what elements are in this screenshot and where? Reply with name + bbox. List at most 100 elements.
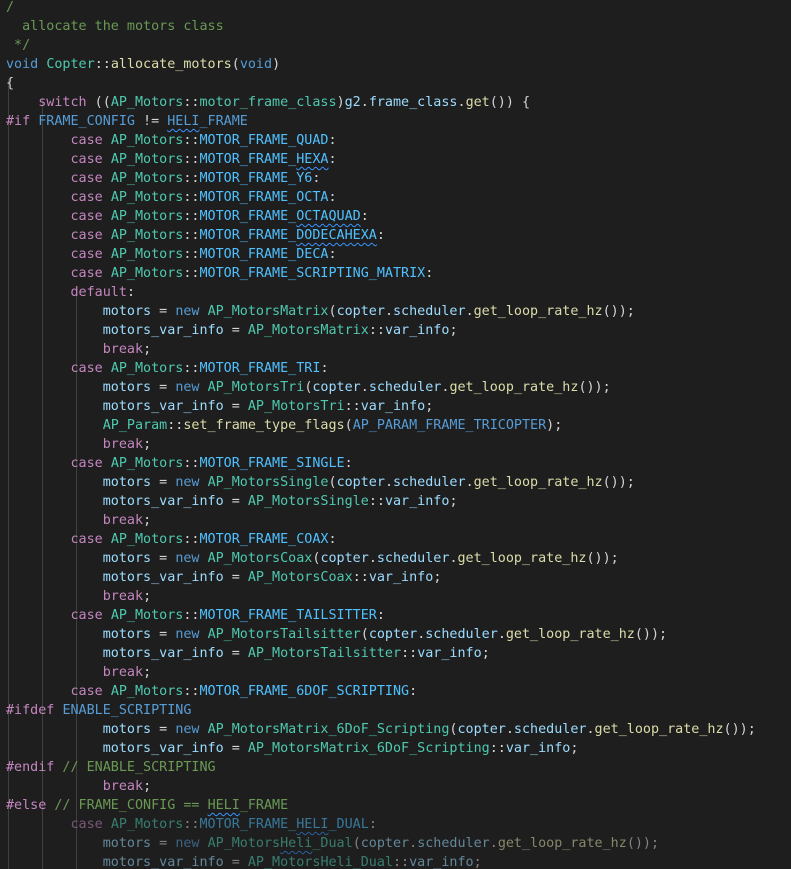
code-token: = <box>223 494 248 509</box>
code-token: / <box>6 0 15 15</box>
code-token: copter <box>336 475 385 490</box>
code-line[interactable]: / <box>6 0 14 17</box>
code-token: Copter <box>46 57 95 72</box>
code-line[interactable]: motors_var_info = AP_MotorsTailsitter::v… <box>6 644 490 663</box>
code-line[interactable]: { <box>6 74 14 93</box>
code-token: . <box>505 722 514 737</box>
code-line[interactable]: #if FRAME_CONFIG != HELI_FRAME <box>6 112 248 131</box>
code-token: FRAME_CONFIG <box>38 114 135 129</box>
code-token: ()); <box>602 475 635 490</box>
code-line[interactable]: motors = new AP_MotorsMatrix_6DoF_Script… <box>6 720 756 739</box>
code-line[interactable]: case AP_Motors::MOTOR_FRAME_DECA: <box>6 245 337 264</box>
code-token: AP_Motors <box>110 361 184 376</box>
code-line[interactable]: case AP_Motors::MOTOR_FRAME_SCRIPTING_MA… <box>6 264 434 283</box>
code-token: . <box>457 95 466 110</box>
code-token: motors <box>102 722 152 737</box>
code-token: ; <box>143 665 152 680</box>
code-token: . <box>465 304 474 319</box>
code-token: AP_Motors <box>110 817 184 832</box>
code-token: new <box>175 551 200 566</box>
code-line[interactable]: case AP_Motors::MOTOR_FRAME_6DOF_SCRIPTI… <box>6 682 418 701</box>
code-line[interactable]: case AP_Motors::MOTOR_FRAME_SINGLE: <box>6 454 353 473</box>
code-token: motors <box>102 627 152 642</box>
code-line[interactable]: motors_var_info = AP_MotorsCoax::var_inf… <box>6 568 442 587</box>
code-token: MOTOR_FRAME_QUAD <box>199 133 329 148</box>
code-token: = <box>223 741 248 756</box>
code-line[interactable]: case AP_Motors::MOTOR_FRAME_COAX: <box>6 530 337 549</box>
code-line[interactable]: motors_var_info = AP_MotorsMatrix_6DoF_S… <box>6 739 579 758</box>
code-line[interactable]: break; <box>6 777 151 796</box>
code-line[interactable]: #ifdef ENABLE_SCRIPTING <box>6 701 191 720</box>
code-line[interactable]: motors_var_info = AP_MotorsHeli_Dual::va… <box>6 853 482 869</box>
code-line[interactable]: case AP_Motors::MOTOR_FRAME_QUAD: <box>6 131 337 150</box>
code-line[interactable]: break; <box>6 511 151 530</box>
code-line[interactable]: motors = new AP_MotorsTailsitter(copter.… <box>6 625 667 644</box>
code-line[interactable]: motors = new AP_MotorsCoax(copter.schedu… <box>6 549 619 568</box>
code-line[interactable]: #else // FRAME_CONFIG == HELI_FRAME <box>6 796 288 815</box>
code-line[interactable]: motors = new AP_MotorsHeli_Dual(copter.s… <box>6 834 659 853</box>
code-token: AP_MotorsSingle <box>247 494 369 509</box>
code-line[interactable]: break; <box>6 587 151 606</box>
code-line[interactable]: case AP_Motors::MOTOR_FRAME_DODECAHEXA: <box>6 226 385 245</box>
code-line[interactable]: motors_var_info = AP_MotorsSingle::var_i… <box>6 492 458 511</box>
code-token: AP_Motors <box>110 228 184 243</box>
code-line[interactable]: case AP_Motors::MOTOR_FRAME_HEXA: <box>6 150 337 169</box>
code-token: . <box>384 475 393 490</box>
code-line[interactable]: case AP_Motors::MOTOR_FRAME_TAILSITTER: <box>6 606 385 625</box>
code-line[interactable]: case AP_Motors::MOTOR_FRAME_TRI: <box>6 359 329 378</box>
code-token: ; <box>433 570 442 585</box>
code-line[interactable]: default: <box>6 283 136 302</box>
code-token: HEXA <box>296 152 329 167</box>
code-token: . <box>360 95 369 110</box>
code-line[interactable]: motors_var_info = AP_MotorsTri::var_info… <box>6 397 434 416</box>
code-line[interactable]: case AP_Motors::MOTOR_FRAME_OCTA: <box>6 188 337 207</box>
code-line[interactable]: */ <box>6 36 30 55</box>
code-line[interactable]: AP_Param::set_frame_type_flags(AP_PARAM_… <box>6 416 563 435</box>
code-line[interactable]: #endif // ENABLE_SCRIPTING <box>6 758 216 777</box>
code-line[interactable]: motors = new AP_MotorsMatrix(copter.sche… <box>6 302 635 321</box>
code-line[interactable]: case AP_Motors::MOTOR_FRAME_HELI_DUAL: <box>6 815 377 834</box>
code-line[interactable]: motors_var_info = AP_MotorsMatrix::var_i… <box>6 321 458 340</box>
code-line[interactable]: allocate the motors class <box>6 17 224 36</box>
code-line[interactable]: case AP_Motors::MOTOR_FRAME_Y6: <box>6 169 321 188</box>
code-token: . <box>497 627 506 642</box>
code-token: */ <box>6 38 31 53</box>
code-token: _FRAME <box>199 114 248 129</box>
code-line[interactable]: motors = new AP_MotorsTri(copter.schedul… <box>6 378 611 397</box>
code-token: ) <box>272 57 281 72</box>
code-token: :: <box>368 494 385 509</box>
code-token: = <box>223 399 248 414</box>
code-token: = <box>223 855 248 869</box>
code-line[interactable]: case AP_Motors::MOTOR_FRAME_OCTAQUAD: <box>6 207 369 226</box>
code-line[interactable]: break; <box>6 340 151 359</box>
code-token: != <box>135 114 168 129</box>
code-token: . <box>449 551 458 566</box>
code-token: get_loop_rate_hz <box>594 722 724 737</box>
code-token: ()); <box>634 627 668 642</box>
code-line[interactable]: void Copter::allocate_motors(void) <box>6 55 280 74</box>
code-line[interactable]: switch ((AP_Motors::motor_frame_class)g2… <box>6 93 530 112</box>
code-editor[interactable]: / allocate the motors class */ void Copte… <box>0 0 791 869</box>
code-token: MOTOR_FRAME_OCTA <box>199 190 329 205</box>
code-line[interactable]: break; <box>6 663 151 682</box>
code-line[interactable]: motors = new AP_MotorsSingle(copter.sche… <box>6 473 635 492</box>
code-line[interactable]: break; <box>6 435 151 454</box>
code-token: motors <box>102 475 152 490</box>
code-token: case <box>70 247 103 262</box>
code-token: case <box>70 361 103 376</box>
code-token: case <box>70 209 103 224</box>
code-token: AP_Motors <box>110 209 184 224</box>
code-token: :: <box>183 456 200 471</box>
